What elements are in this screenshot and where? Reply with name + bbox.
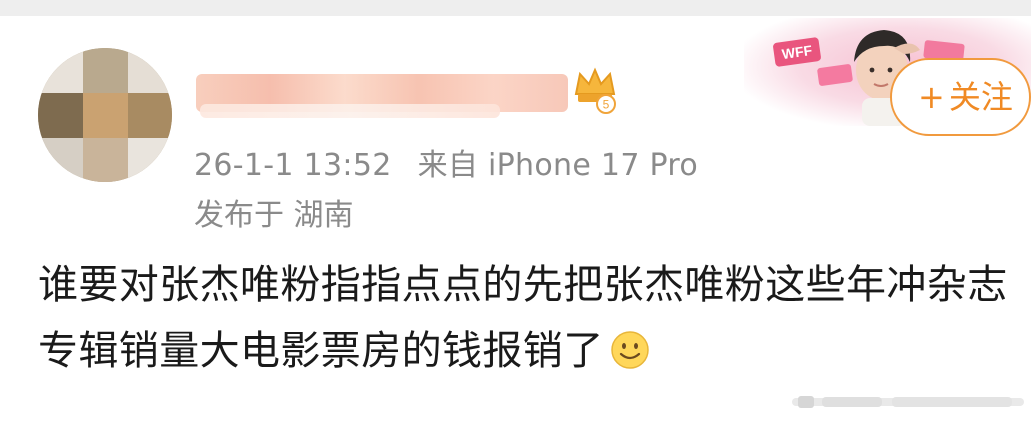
top-divider	[0, 0, 1031, 16]
smile-emoji-icon	[610, 331, 649, 369]
post-text: 谁要对张杰唯粉指指点点的先把张杰唯粉这些年冲杂志专辑销量大电影票房的钱报销了	[38, 262, 1008, 374]
plus-icon: +	[918, 78, 945, 116]
avatar[interactable]	[38, 48, 172, 182]
post-meta: 26-1-1 13:52 来自 iPhone 17 Pro	[194, 140, 698, 184]
post-content: 谁要对张杰唯粉指指点点的先把张杰唯粉这些年冲杂志专辑销量大电影票房的钱报销了	[38, 252, 1028, 384]
post-source: 来自 iPhone 17 Pro	[417, 148, 699, 183]
username-blur-shadow	[200, 104, 500, 118]
svg-text:5: 5	[603, 98, 610, 112]
follow-label: 关注	[948, 78, 1013, 116]
post-timestamp: 26-1-1 13:52	[194, 148, 392, 183]
watermark	[792, 396, 1024, 408]
follow-button[interactable]: + 关注	[890, 58, 1031, 136]
member-crown-icon: 5	[574, 67, 616, 114]
post-location: 发布于 湖南	[194, 198, 354, 233]
